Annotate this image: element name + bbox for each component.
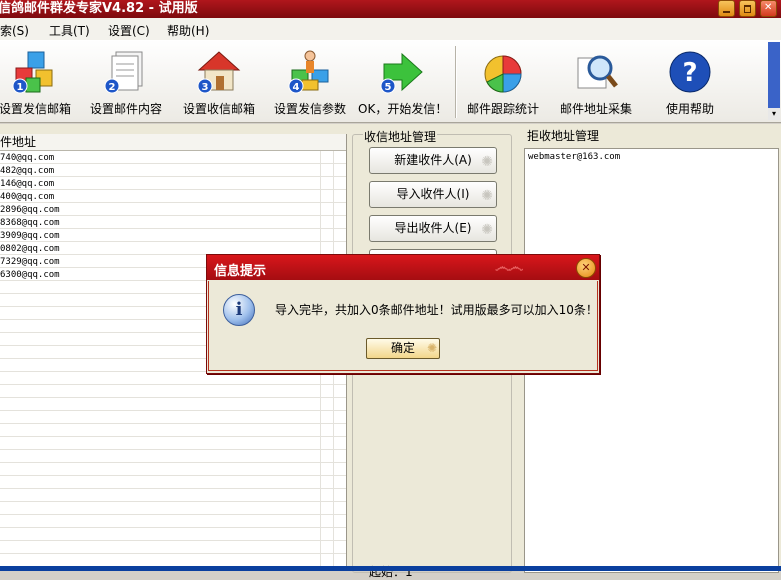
list-item[interactable]: 3909@qq.com xyxy=(0,230,60,243)
dialog-title: 信息提示 xyxy=(214,264,267,279)
tool-label: 邮件地址采集 xyxy=(559,102,632,116)
list-item[interactable]: 400@qq.com xyxy=(0,191,60,204)
chevron-down-icon: ▾ xyxy=(768,108,780,120)
group-title: 收信地址管理 xyxy=(363,128,438,145)
close-button[interactable] xyxy=(760,0,777,17)
green-arrow-icon: 5 xyxy=(380,52,423,94)
minimize-button[interactable] xyxy=(718,0,735,17)
list-item[interactable]: 7329@qq.com xyxy=(0,256,60,269)
help-icon: ? xyxy=(669,51,711,93)
taskbar-edge xyxy=(0,566,781,571)
menu-bar: 搜索(S) 工具(T) 设置(C) 帮助(H) xyxy=(0,18,781,41)
tool-address-collect[interactable]: 邮件地址采集 xyxy=(553,40,639,120)
tool-recipient-mailbox[interactable]: 3 设置收信邮箱 xyxy=(177,40,261,120)
toolbar: 1 设置发信邮箱 2 设置邮件内容 3 设置收信邮箱 4 设置发信参数 5 OK… xyxy=(0,40,781,123)
dialog-close-icon[interactable]: ✕ xyxy=(576,258,596,278)
step-number: 5 xyxy=(385,82,392,93)
column-header[interactable]: 邮件地址 xyxy=(0,134,346,151)
tool-send-params[interactable]: 4 设置发信参数 xyxy=(268,40,352,120)
tool-label: 设置邮件内容 xyxy=(89,102,162,116)
group-title: 拒收地址管理 xyxy=(527,129,600,143)
swirl-decoration-icon: ✺ xyxy=(481,222,493,238)
tool-label: 使用帮助 xyxy=(665,102,714,116)
dialog-title-bar[interactable]: 信息提示 ෴෴ ✕ xyxy=(207,255,599,280)
menu-search[interactable]: 搜索(S) xyxy=(0,22,29,39)
tool-label: 设置发信邮箱 xyxy=(0,102,71,116)
title-bar: 信鸽邮件群发专家V4.82 - 试用版 xyxy=(0,0,781,18)
ok-button[interactable]: 确定 ✺ xyxy=(366,338,440,359)
import-recipients-button[interactable]: 导入收件人(I) ✺ xyxy=(369,181,497,208)
tool-label: 邮件跟踪统计 xyxy=(466,102,539,116)
swirl-decoration-icon: ෴෴ xyxy=(495,257,523,276)
magnifier-icon xyxy=(577,55,618,89)
toolbar-divider xyxy=(455,46,457,118)
address-rows: 740@qq.com 482@qq.com 146@qq.com 400@qq.… xyxy=(0,152,60,282)
step-number: 4 xyxy=(293,82,300,93)
list-item[interactable]: 0802@qq.com xyxy=(0,243,60,256)
tool-start-sending[interactable]: 5 OK，开始发信！ xyxy=(358,40,448,120)
menu-settings[interactable]: 设置(C) xyxy=(108,22,150,39)
list-item[interactable]: 146@qq.com xyxy=(0,178,60,191)
tool-label: OK，开始发信！ xyxy=(358,102,448,116)
new-recipient-button[interactable]: 新建收件人(A) ✺ xyxy=(369,147,497,174)
swirl-decoration-icon: ✺ xyxy=(426,341,437,355)
swirl-decoration-icon: ✺ xyxy=(481,154,493,170)
dialog-message: 导入完毕，共加入0条邮件地址！试用版最多可以加入10条！ xyxy=(275,303,598,317)
swirl-decoration-icon: ✺ xyxy=(481,188,493,204)
tool-sender-mailbox[interactable]: 1 设置发信邮箱 xyxy=(0,40,78,120)
document-icon: 2 xyxy=(104,51,143,94)
list-item[interactable]: 740@qq.com xyxy=(0,152,60,165)
list-item[interactable]: 2896@qq.com xyxy=(0,204,60,217)
house-icon: 3 xyxy=(197,51,241,94)
tool-label: 设置发信参数 xyxy=(273,102,346,116)
dialog-body: i 导入完毕，共加入0条邮件地址！试用版最多可以加入10条！ 确定 ✺ xyxy=(208,281,598,371)
tool-label: 设置收信邮箱 xyxy=(182,102,255,116)
info-icon: i xyxy=(223,294,255,326)
list-item[interactable]: 8368@qq.com xyxy=(0,217,60,230)
svg-text:?: ? xyxy=(682,58,697,88)
tool-help[interactable]: ? 使用帮助 xyxy=(648,40,732,120)
tool-mail-content[interactable]: 2 设置邮件内容 xyxy=(84,40,168,120)
pie-chart-icon xyxy=(484,55,522,93)
list-item[interactable]: webmaster@163.com xyxy=(528,152,620,162)
puzzle-person-icon: 4 xyxy=(288,50,329,94)
window-title: 信鸽邮件群发专家V4.82 - 试用版 xyxy=(0,1,198,16)
colored-cubes-icon: 1 xyxy=(12,51,53,94)
step-number: 1 xyxy=(17,82,24,93)
tool-mail-tracking[interactable]: 邮件跟踪统计 xyxy=(460,40,546,120)
info-dialog: 信息提示 ෴෴ ✕ i 导入完毕，共加入0条邮件地址！试用版最多可以加入10条！… xyxy=(206,254,600,374)
list-item[interactable]: 482@qq.com xyxy=(0,165,60,178)
list-item[interactable]: 6300@qq.com xyxy=(0,269,60,282)
menu-help[interactable]: 帮助(H) xyxy=(167,22,209,39)
maximize-button[interactable] xyxy=(739,0,756,17)
toolbar-scroll[interactable]: ▾ xyxy=(768,42,780,120)
menu-tools[interactable]: 工具(T) xyxy=(49,22,90,39)
step-number: 3 xyxy=(202,82,209,93)
export-recipients-button[interactable]: 导出收件人(E) ✺ xyxy=(369,215,497,242)
step-number: 2 xyxy=(109,82,116,93)
